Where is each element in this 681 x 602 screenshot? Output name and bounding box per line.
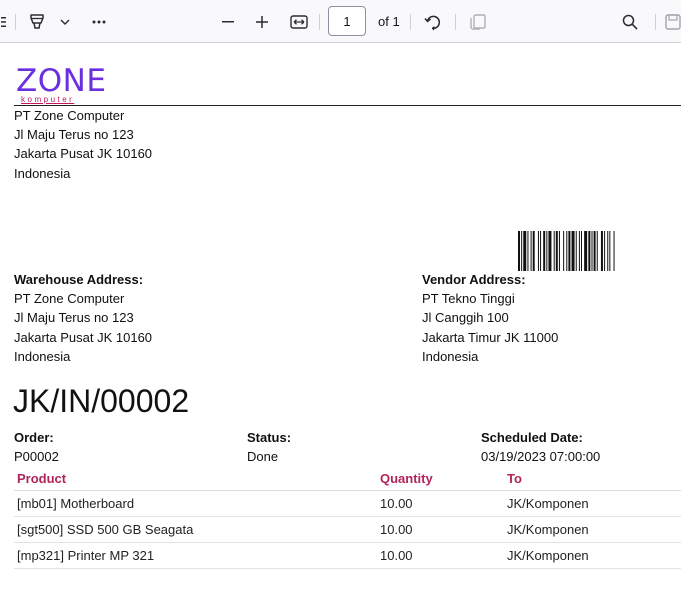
order-label: Order: [14,430,54,445]
scheduled-date-label: Scheduled Date: [481,430,583,445]
vendor-line: Jakarta Timur JK 11000 [422,329,559,345]
search-icon[interactable] [619,0,641,43]
page-view-icon[interactable] [467,0,489,43]
page-count-label: of 1 [378,14,400,29]
order-info: Order: P00002 [14,428,59,466]
scheduled-info: Scheduled Date: 03/19/2023 07:00:00 [481,428,600,466]
pdf-page: ZONE komputer PT Zone Computer Jl Maju T… [0,44,681,602]
warehouse-line: Indonesia [14,348,71,364]
rotate-icon[interactable] [422,0,444,43]
warehouse-address: Warehouse Address: PT Zone Computer Jl M… [14,270,152,366]
transfer-reference: JK/IN/00002 [13,383,190,419]
table-row: [sgt500] SSD 500 GB Seagata 10.00 JK/Kom… [14,516,681,543]
zoom-out-icon[interactable] [217,0,239,43]
table-header-row: Product Quantity To [14,466,681,491]
vendor-address-label: Vendor Address: [422,272,526,287]
more-icon[interactable] [88,0,110,43]
warehouse-address-label: Warehouse Address: [14,272,144,287]
warehouse-line: Jl Maju Terus no 123 [14,310,134,326]
quantity-cell: 10.00 [377,542,504,569]
save-icon[interactable] [665,0,681,43]
order-value: P00002 [14,449,59,464]
vendor-line: Jl Canggih 100 [422,310,509,326]
fit-width-icon[interactable] [288,0,310,43]
barcode-image [518,231,615,271]
company-line: Indonesia [14,165,71,181]
toolbar-separator [410,14,411,30]
move-lines-table: Product Quantity To [mb01] Motherboard 1… [14,466,681,569]
table-row: [mp321] Printer MP 321 10.00 JK/Komponen [14,542,681,569]
company-line: PT Zone Computer [14,108,125,123]
vendor-address: Vendor Address: PT Tekno Tinggi Jl Cangg… [422,270,558,366]
sidebar-toggle-icon[interactable] [0,0,8,43]
vendor-line: PT Tekno Tinggi [422,291,515,307]
to-cell: JK/Komponen [504,490,681,517]
product-cell: [sgt500] SSD 500 GB Seagata [14,516,377,543]
vendor-line: Indonesia [422,348,479,364]
table-row: [mb01] Motherboard 10.00 JK/Komponen [14,490,681,517]
chevron-down-icon[interactable] [57,0,73,43]
quantity-cell: 10.00 [377,516,504,543]
company-address: PT Zone Computer Jl Maju Terus no 123 Ja… [14,106,152,183]
product-cell: [mb01] Motherboard [14,490,377,517]
zoom-in-icon[interactable] [251,0,273,43]
warehouse-line: PT Zone Computer [14,291,125,307]
pdf-toolbar: of 1 [0,0,681,43]
company-line: Jakarta Pusat JK 10160 [14,146,153,162]
toolbar-separator [655,14,656,30]
to-cell: JK/Komponen [504,542,681,569]
page-number-input[interactable] [328,6,366,36]
toolbar-separator [319,14,320,30]
status-label: Status: [247,430,292,445]
status-info: Status: Done [247,428,291,466]
toolbar-separator [15,14,16,30]
highlight-pen-icon[interactable] [26,0,48,43]
product-column-header: Product [14,466,377,491]
to-column-header: To [504,466,681,491]
toolbar-separator [455,14,456,30]
scheduled-date-value: 03/19/2023 07:00:00 [481,449,601,464]
quantity-cell: 10.00 [377,490,504,517]
company-logo: ZONE komputer [16,63,107,105]
warehouse-line: Jakarta Pusat JK 10160 [14,329,153,345]
quantity-column-header: Quantity [377,466,504,491]
to-cell: JK/Komponen [504,516,681,543]
product-cell: [mp321] Printer MP 321 [14,542,377,569]
logo-wordmark: ZONE [16,63,107,99]
company-line: Jl Maju Terus no 123 [14,127,134,143]
status-value: Done [247,449,279,464]
